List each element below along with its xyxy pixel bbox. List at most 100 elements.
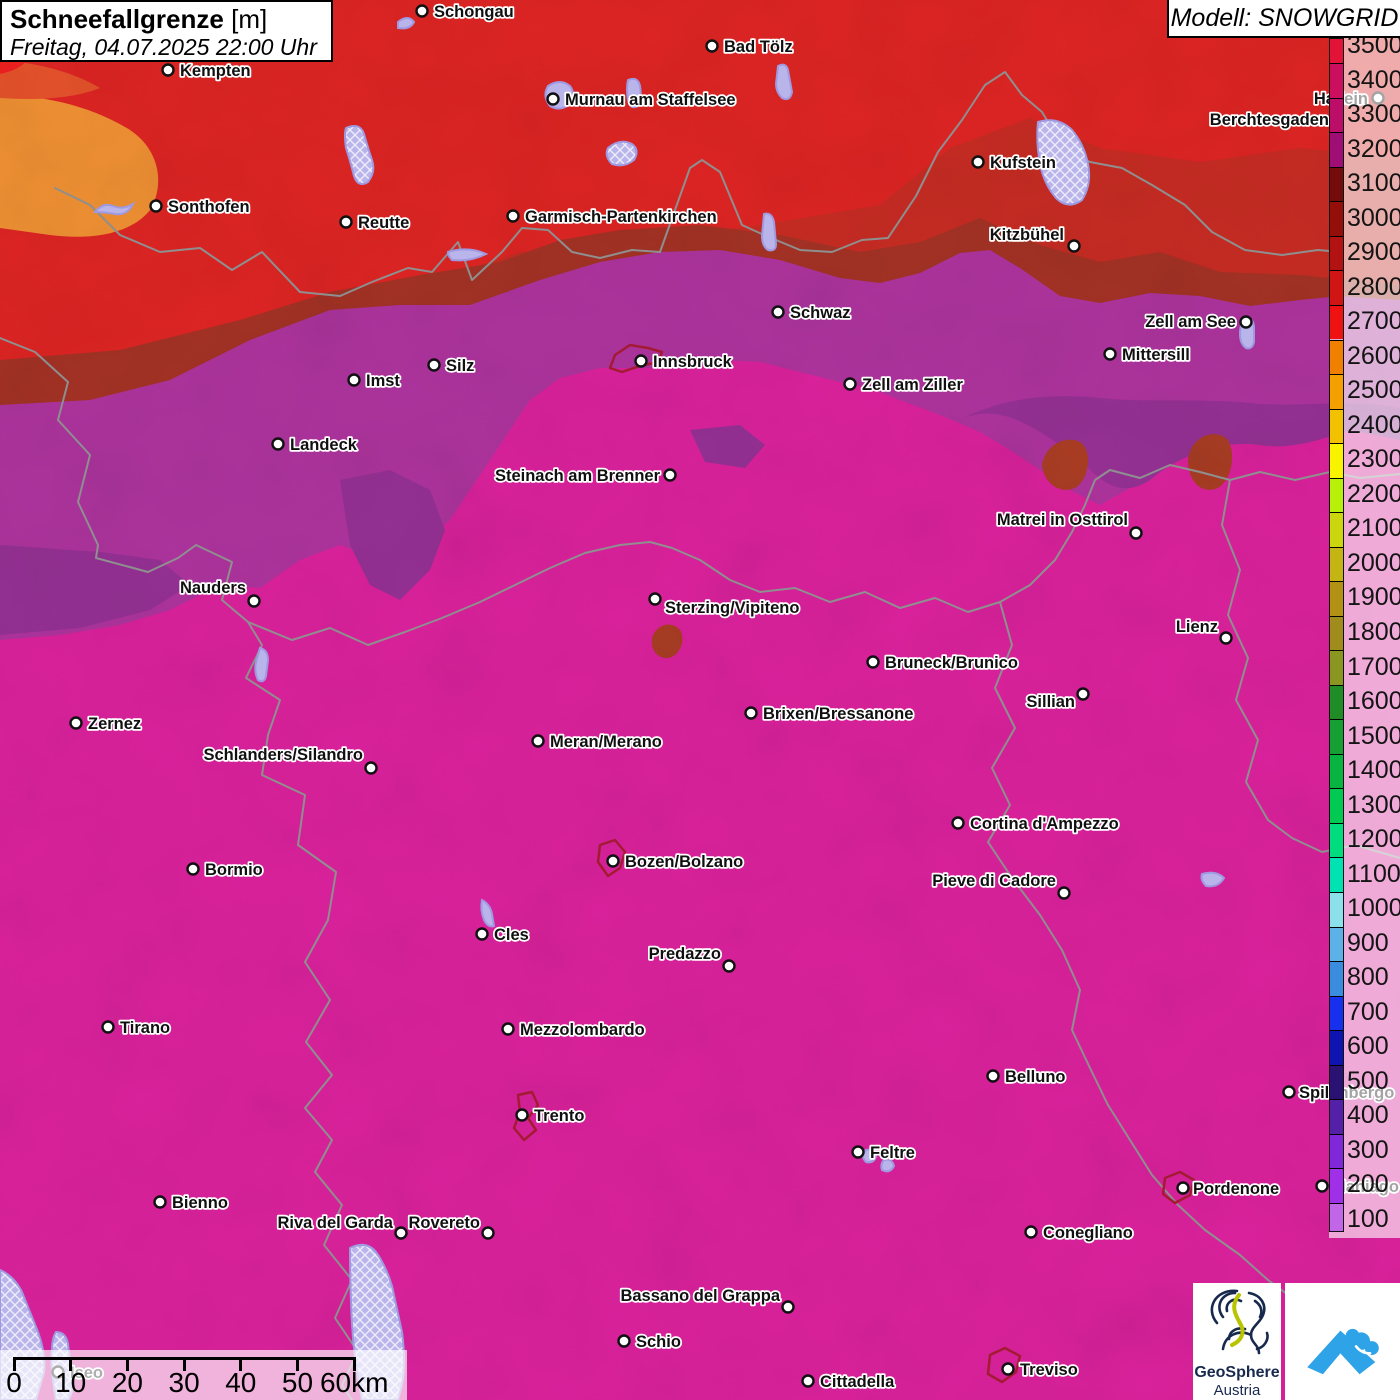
city-label: Schwaz [790, 304, 851, 322]
city-label: Schlanders/Silandro [203, 746, 363, 764]
city-dot [986, 1069, 1000, 1083]
colorbar-cell [1330, 650, 1343, 685]
colorbar-tick-label: 1700 [1347, 652, 1400, 681]
city-dot [781, 1300, 795, 1314]
city-dot [69, 716, 83, 730]
colorbar-tick-label: 2300 [1347, 445, 1400, 474]
city-dot [1129, 526, 1143, 540]
colorbar-cell [1330, 822, 1343, 858]
city-dot [1239, 315, 1253, 329]
model-label-box: Modell: SNOWGRID [1167, 0, 1400, 38]
colorbar-cell [1330, 97, 1343, 133]
city-dot [149, 199, 163, 213]
city-dot [481, 1226, 495, 1240]
city-label: Cittadella [820, 1373, 895, 1391]
city-dot [271, 437, 285, 451]
city-label: Schio [636, 1333, 681, 1351]
city-dot [971, 155, 985, 169]
colorbar-cell [1330, 581, 1343, 616]
colorbar-tick-label: 800 [1347, 963, 1389, 992]
city-label: Treviso [1020, 1361, 1078, 1379]
city-label: Landeck [290, 436, 358, 454]
city-label: Sonthofen [168, 198, 250, 216]
city-label: Sillian [1026, 693, 1075, 711]
city-dot [415, 4, 429, 18]
city-label: Nauders [180, 579, 246, 597]
colorbar-cell [1330, 995, 1343, 1031]
colorbar-tick-label: 200 [1347, 1170, 1389, 1199]
colorbar-tick-label: 2700 [1347, 307, 1400, 336]
colorbar-tick-label: 1400 [1347, 756, 1400, 785]
city-label: Innsbruck [653, 353, 733, 371]
colorbar-tick-label: 1100 [1347, 859, 1400, 888]
city-label: Rovereto [408, 1214, 480, 1232]
city-dot [606, 854, 620, 868]
colorbar-tick-label: 1800 [1347, 618, 1400, 646]
colorbar-cell [1330, 304, 1343, 340]
city-dot [364, 761, 378, 775]
map-title-box: Schneefallgrenze [m] Freitag, 04.07.2025… [0, 0, 333, 62]
colorbar-cell [1330, 961, 1343, 996]
city-label: Reutte [358, 214, 409, 232]
city-label: Lienz [1176, 618, 1218, 636]
colorbar-tick-label: 600 [1347, 1032, 1389, 1061]
city-dot [843, 377, 857, 391]
city-dot [394, 1226, 408, 1240]
city-dot [515, 1108, 529, 1122]
colorbar-tick-label: 2500 [1347, 376, 1400, 405]
valid-datetime: Freitag, 04.07.2025 22:00 Uhr [10, 34, 317, 60]
city-label: Kempten [180, 62, 251, 80]
mountain-logo-icon [1306, 1328, 1379, 1374]
city-dot [531, 734, 545, 748]
colorbar-cell [1330, 926, 1343, 962]
city-label: Riva del Garda [277, 1214, 393, 1232]
colorbar-tick-label: 2200 [1347, 479, 1400, 508]
city-dot [506, 209, 520, 223]
city-dot [771, 305, 785, 319]
city-label: Meran/Merano [550, 733, 662, 751]
colorbar-cell [1330, 235, 1343, 271]
city-dot [339, 215, 353, 229]
city-dot [1001, 1362, 1015, 1376]
colorbar-cell [1330, 132, 1343, 167]
city-dot [705, 39, 719, 53]
city-dot [648, 592, 662, 606]
city-dot [475, 927, 489, 941]
city-label: Bruneck/Brunico [885, 654, 1018, 672]
model-label: Modell: SNOWGRID [1170, 3, 1399, 32]
colorbar-tick-label: 700 [1347, 997, 1389, 1026]
colorbar-cell [1330, 1099, 1343, 1134]
title-unit: [m] [231, 4, 268, 34]
city-dot [1067, 239, 1081, 253]
colorbar-labels: 3500 3400 3300 3200 3100 3000 2900 2800 2700 2600… [1347, 31, 1400, 1238]
city-label: Zell am Ziller [862, 376, 963, 394]
city-label: Bad Tölz [724, 38, 793, 56]
colorbar-cell [1330, 443, 1343, 478]
colorbar-tick-label: 500 [1347, 1066, 1389, 1095]
city-label: Bozen/Bolzano [625, 853, 743, 871]
colorbar-cell [1330, 891, 1343, 927]
city-label: Bassano del Grappa [620, 1287, 780, 1305]
city-dot [347, 373, 361, 387]
city-label: Pordenone [1193, 1180, 1279, 1198]
colorbar-cell [1330, 857, 1343, 892]
city-label: Cortina d'Ampezzo [970, 815, 1119, 833]
colorbar-tick-label: 2400 [1347, 410, 1400, 439]
city-dot [546, 92, 560, 106]
city-label: Silz [446, 357, 474, 375]
geosphere-logo-icon [1210, 1289, 1269, 1355]
geosphere-logo-country: Austria [1213, 1382, 1261, 1399]
city-dot [247, 594, 261, 608]
city-label: Schongau [434, 3, 514, 21]
city-dot [186, 862, 200, 876]
city-label: Cles [494, 926, 529, 944]
city-label: Mezzolombardo [520, 1021, 645, 1039]
colorbar-cell [1330, 1168, 1343, 1203]
city-label: Pieve di Cadore [932, 872, 1056, 890]
city-label: Feltre [870, 1144, 915, 1162]
city-label: Kufstein [990, 154, 1056, 172]
colorbar-tick-label: 2800 [1347, 272, 1400, 301]
colorbar-tick-label: 400 [1347, 1101, 1389, 1130]
colorbar-tick-label: 3100 [1347, 169, 1400, 198]
city-dot [1315, 1179, 1329, 1193]
